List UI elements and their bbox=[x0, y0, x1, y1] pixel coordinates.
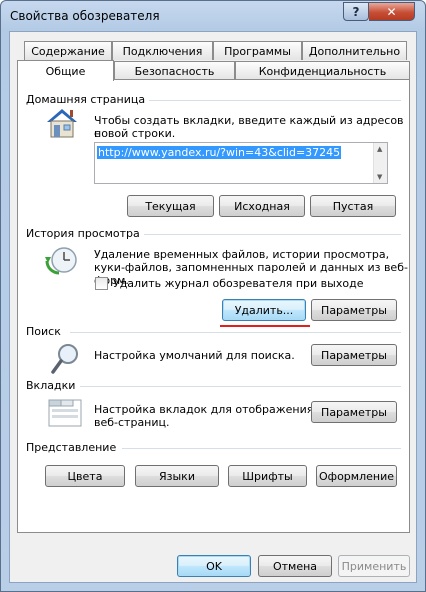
languages-button[interactable]: Языки bbox=[135, 465, 219, 487]
apply-button[interactable]: Применить bbox=[338, 555, 410, 577]
use-current-button[interactable]: Текущая bbox=[127, 195, 214, 217]
scroll-up-icon: ▲ bbox=[377, 145, 383, 153]
close-button[interactable]: ✕ bbox=[369, 2, 415, 21]
tab-content[interactable]: Содержание bbox=[24, 41, 112, 60]
highlight-underline bbox=[220, 325, 310, 327]
colors-button[interactable]: Цвета bbox=[45, 465, 125, 487]
search-desc: Настройка умолчаний для поиска. bbox=[94, 349, 295, 362]
search-heading: Поиск bbox=[26, 325, 65, 338]
tabs-settings-button[interactable]: Параметры bbox=[311, 401, 397, 423]
divider bbox=[70, 332, 401, 333]
delete-history-on-exit-label[interactable]: Удалить журнал обозревателя при выходе bbox=[113, 277, 363, 290]
tab-security[interactable]: Безопасность bbox=[114, 61, 235, 80]
window-title: Свойства обозревателя bbox=[10, 9, 160, 23]
tab-general[interactable]: Общие bbox=[17, 60, 114, 81]
delete-history-on-exit-checkbox[interactable] bbox=[95, 277, 108, 290]
use-blank-button[interactable]: Пустая bbox=[310, 195, 396, 217]
fonts-button[interactable]: Шрифты bbox=[228, 465, 307, 487]
tabs-icon bbox=[48, 399, 82, 427]
home-desc-line2: новой строки. bbox=[94, 127, 176, 140]
divider bbox=[122, 448, 401, 449]
house-icon bbox=[47, 109, 77, 138]
help-button[interactable]: ? bbox=[343, 2, 369, 21]
dialog-window: Свойства обозревателя ? ✕ Содержание Под… bbox=[0, 0, 426, 592]
history-heading: История просмотра bbox=[26, 227, 144, 240]
cancel-button[interactable]: Отмена bbox=[258, 555, 332, 577]
magnifier-icon bbox=[51, 344, 78, 374]
home-page-heading: Домашняя страница bbox=[26, 93, 150, 106]
appearance-heading: Представление bbox=[26, 441, 121, 454]
tab-advanced[interactable]: Дополнительно bbox=[302, 41, 407, 60]
search-settings-button[interactable]: Параметры bbox=[311, 344, 397, 366]
tabs-heading: Вкладки bbox=[26, 379, 80, 392]
history-clock-icon bbox=[45, 247, 77, 275]
general-tab-panel: Домашняя страница Чтобы создать вкладки,… bbox=[17, 79, 410, 533]
close-icon: ✕ bbox=[386, 4, 397, 19]
divider bbox=[132, 234, 401, 235]
home-url-textarea[interactable]: http://www.yandex.ru/?win=43&clid=37245 … bbox=[94, 142, 388, 184]
tab-programs[interactable]: Программы bbox=[213, 41, 302, 60]
accessibility-button[interactable]: Оформление bbox=[316, 465, 397, 487]
scroll-down-icon: ▼ bbox=[377, 173, 383, 181]
home-url-value: http://www.yandex.ru/?win=43&clid=37245 bbox=[97, 146, 342, 159]
question-icon: ? bbox=[352, 4, 360, 19]
divider bbox=[128, 100, 401, 101]
title-bar[interactable]: Свойства обозревателя ? ✕ bbox=[1, 1, 425, 31]
tabs-desc-line1: Настройка вкладок для отображения bbox=[94, 403, 314, 416]
tabs-desc-line2: веб-страниц. bbox=[94, 416, 170, 429]
delete-history-button[interactable]: Удалить... bbox=[222, 299, 306, 321]
dialog-client: Содержание Подключения Программы Дополни… bbox=[9, 31, 417, 583]
history-desc-line1: Удаление временных файлов, истории просм… bbox=[94, 248, 390, 261]
ok-button[interactable]: OK bbox=[177, 555, 251, 577]
tab-privacy[interactable]: Конфиденциальность bbox=[235, 61, 410, 80]
history-settings-button[interactable]: Параметры bbox=[311, 299, 397, 321]
url-scrollbar[interactable]: ▲ ▼ bbox=[373, 143, 387, 183]
use-default-button[interactable]: Исходная bbox=[219, 195, 305, 217]
tab-connections[interactable]: Подключения bbox=[112, 41, 213, 60]
divider bbox=[80, 386, 401, 387]
